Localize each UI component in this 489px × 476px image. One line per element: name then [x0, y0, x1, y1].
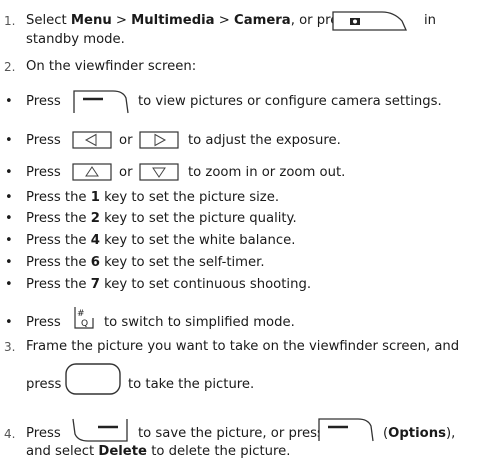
text-fragment: and select: [26, 444, 99, 459]
step-3-continued: press to take the picture.: [0, 363, 489, 395]
multimedia-label: Multimedia: [131, 13, 215, 28]
text-fragment: press: [26, 377, 62, 392]
text-fragment: to switch to simplified mode.: [104, 315, 295, 330]
step-number: 2.: [4, 60, 16, 74]
text-fragment: key to set continuous shooting.: [99, 277, 312, 292]
bullet-item: • Press or to zoom in or zoom out.: [0, 163, 489, 185]
separator: >: [111, 13, 132, 28]
svg-text:Q: Q: [81, 319, 88, 329]
key-number: 4: [90, 233, 100, 248]
step-text: Frame the picture you want to take on th…: [26, 339, 460, 354]
options-label: Options: [388, 426, 446, 441]
text-fragment: key to set the white balance.: [99, 233, 296, 248]
text-fragment: Press the: [26, 277, 91, 292]
text-fragment: to view pictures or configure camera set…: [138, 94, 442, 109]
bullet-glyph: •: [5, 255, 13, 270]
text-fragment: key to set the picture quality.: [99, 211, 297, 226]
menu-label: Menu: [70, 13, 112, 28]
text-fragment: or: [119, 165, 133, 180]
camera-label: Camera: [234, 13, 291, 28]
text-fragment: to take the picture.: [128, 377, 255, 392]
text-fragment: Press: [26, 426, 61, 441]
key-number: 2: [90, 211, 100, 226]
down-arrow-key-icon: [139, 163, 179, 181]
svg-text:#: #: [77, 309, 85, 319]
step-number: 3.: [4, 340, 16, 354]
text-fragment: Press the 6 key to set the self-timer.: [26, 255, 265, 271]
step-text: On the viewfinder screen:: [26, 59, 197, 74]
step-text: standby mode.: [26, 32, 125, 47]
text-fragment: Press the: [26, 190, 91, 205]
text-fragment: Press: [26, 315, 61, 330]
bullet-glyph: •: [5, 133, 13, 148]
text-fragment: in: [424, 13, 437, 28]
separator: >: [214, 13, 235, 28]
step-text: Select Menu > Multimedia > Camera, or pr…: [26, 13, 352, 29]
text-fragment: to save the picture, or press: [138, 426, 324, 441]
left-soft-key-icon: [72, 418, 128, 442]
key-number: 1: [90, 190, 100, 205]
text-fragment: ),: [445, 426, 456, 441]
bullet-glyph: •: [5, 94, 13, 109]
text-fragment: Press the 7 key to set continuous shooti…: [26, 277, 311, 293]
text-fragment: Press the 1 key to set the picture size.: [26, 190, 279, 206]
text-fragment: or: [119, 133, 133, 148]
text-fragment: to zoom in or zoom out.: [188, 165, 346, 180]
text-fragment: Press: [26, 94, 61, 109]
bullet-glyph: •: [5, 233, 13, 248]
bullet-item: • Press or to adjust the exposure.: [0, 131, 489, 153]
bullet-glyph: •: [5, 277, 13, 292]
text-fragment: and select Delete to delete the picture.: [26, 444, 290, 460]
up-arrow-key-icon: [72, 163, 112, 181]
delete-label: Delete: [98, 444, 147, 459]
bullet-item: • Press # Q to switch to simplified mode…: [0, 306, 489, 332]
text-fragment: Press: [26, 165, 61, 180]
text-fragment: key to set the self-timer.: [99, 255, 265, 270]
left-arrow-key-icon: [72, 131, 112, 149]
step-number: 1.: [4, 14, 16, 28]
key-number: 7: [90, 277, 100, 292]
right-arrow-key-icon: [139, 131, 179, 149]
right-soft-key-icon: [318, 418, 374, 442]
text-fragment: Press the: [26, 233, 91, 248]
step-number: 4.: [4, 427, 16, 441]
text-fragment: Press the 4 key to set the white balance…: [26, 233, 295, 249]
text-fragment: Press the 2 key to set the picture quali…: [26, 211, 297, 227]
text-fragment: key to set the picture size.: [99, 190, 280, 205]
text-fragment: Press the: [26, 255, 91, 270]
bullet-glyph: •: [5, 190, 13, 205]
bullet-glyph: •: [5, 165, 13, 180]
options-text: (Options),: [383, 426, 455, 442]
bullet-item: • Press to view pictures or configure ca…: [0, 90, 489, 116]
center-key-icon: [64, 363, 122, 395]
text-fragment: Press the: [26, 211, 91, 226]
text-fragment: to delete the picture.: [147, 444, 291, 459]
hash-key-icon: # Q: [73, 306, 95, 330]
text-fragment: Select: [26, 13, 71, 28]
text-fragment: Press: [26, 133, 61, 148]
camera-key-icon: [332, 11, 408, 31]
bullet-glyph: •: [5, 315, 13, 330]
text-fragment: to adjust the exposure.: [188, 133, 341, 148]
bullet-glyph: •: [5, 211, 13, 226]
step-4: 4. Press to save the picture, or press (…: [0, 418, 489, 442]
right-soft-key-icon: [73, 90, 129, 114]
key-number: 6: [90, 255, 100, 270]
